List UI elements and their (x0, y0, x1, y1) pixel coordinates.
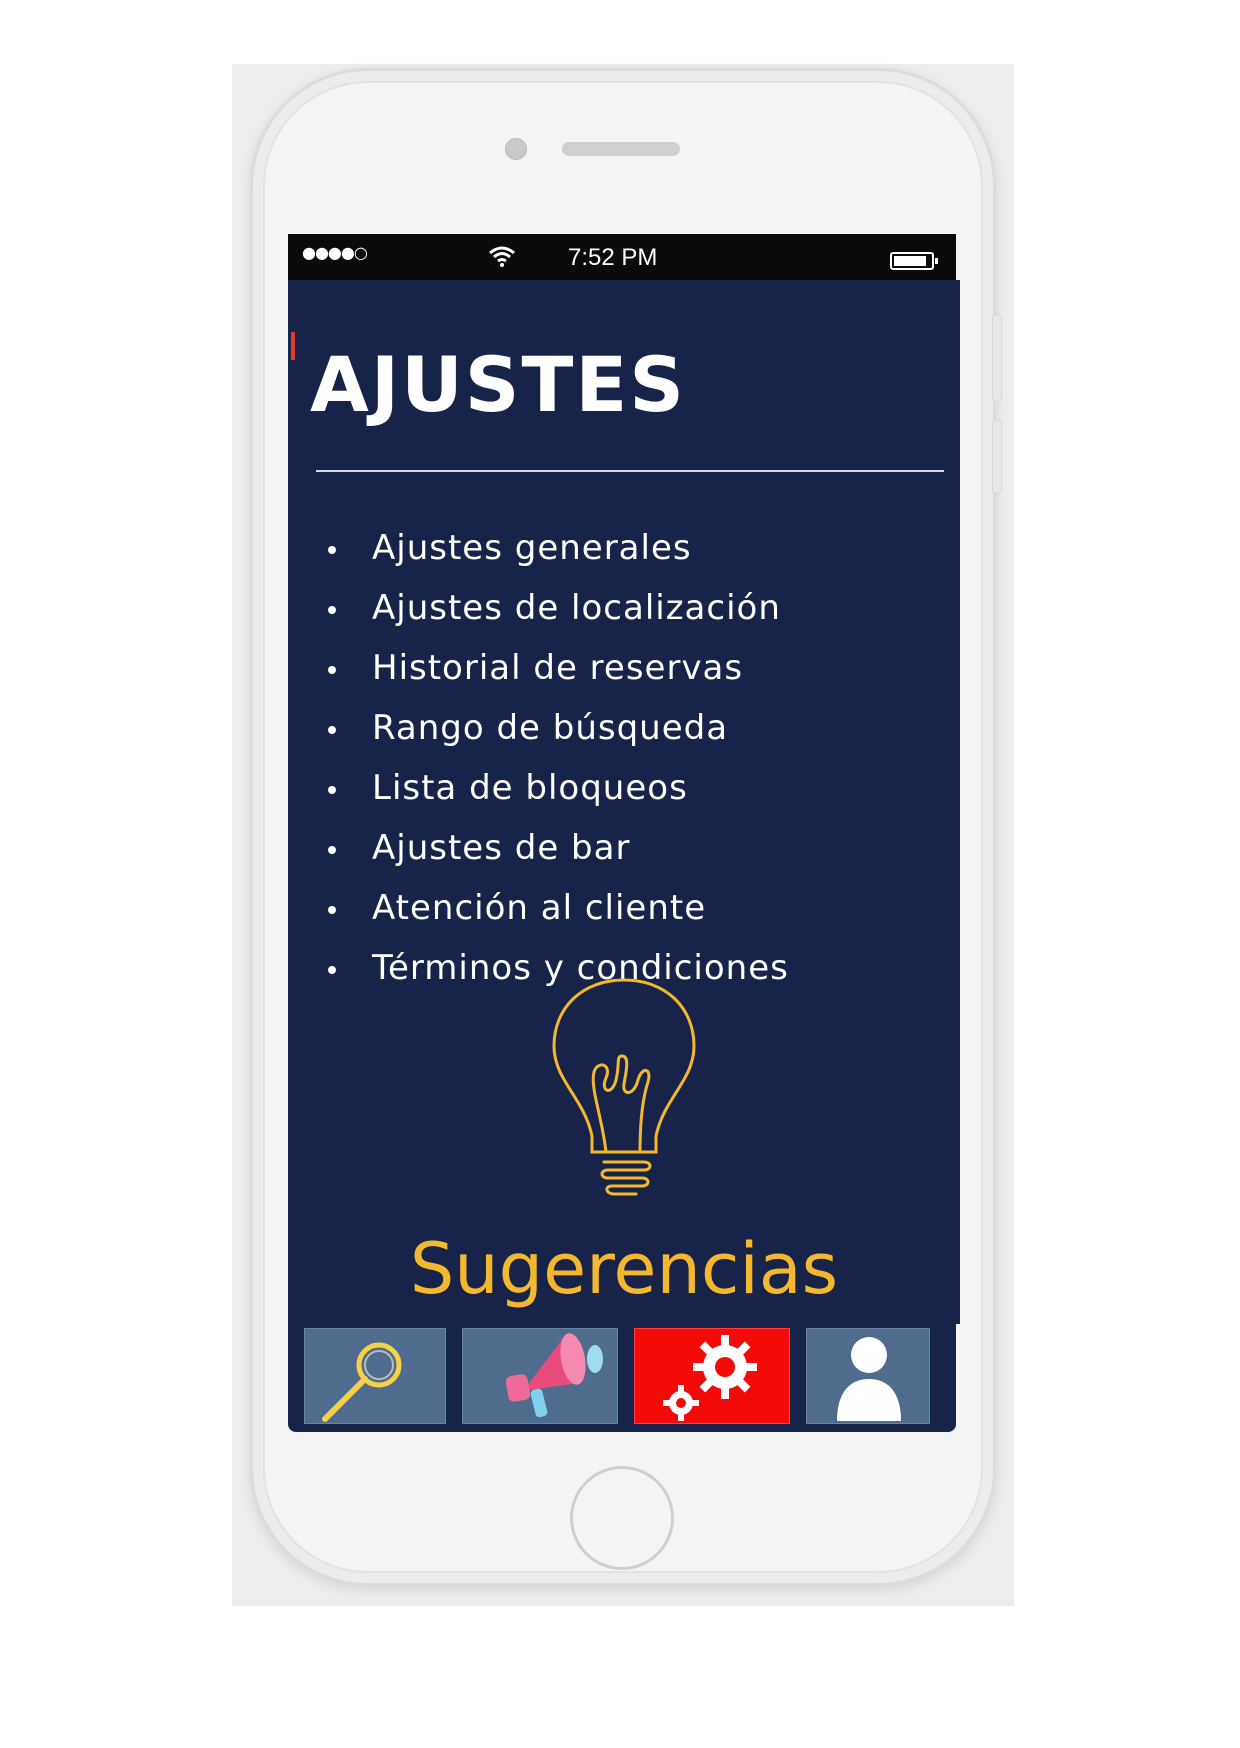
menu-item-terminos-condiciones[interactable]: Términos y condiciones (288, 938, 789, 998)
side-button (992, 314, 1002, 402)
tab-settings[interactable] (634, 1328, 790, 1424)
status-time: 7:52 PM (568, 244, 658, 271)
lightbulb-icon[interactable] (542, 976, 706, 1202)
gears-icon (663, 1335, 757, 1421)
menu-item-lista-bloqueos[interactable]: Lista de bloqueos (288, 758, 789, 818)
menu-item-historial-reservas[interactable]: Historial de reservas (288, 638, 789, 698)
signal-strength-indicator: ●●●●○ (302, 243, 368, 262)
settings-menu: Ajustes generales Ajustes de localizació… (288, 518, 789, 998)
phone-screen: ●●●●○ 7:52 PM AJUSTES Ajustes generales … (288, 234, 960, 1434)
search-icon (322, 1342, 402, 1422)
menu-item-ajustes-localizacion[interactable]: Ajustes de localización (288, 578, 789, 638)
tab-search[interactable] (304, 1328, 446, 1424)
tab-profile[interactable] (806, 1328, 930, 1424)
tab-announcements[interactable] (462, 1328, 618, 1424)
megaphone-icon (505, 1333, 603, 1418)
wifi-icon (489, 246, 515, 267)
status-bar: ●●●●○ 7:52 PM (288, 234, 956, 280)
menu-item-ajustes-bar[interactable]: Ajustes de bar (288, 818, 789, 878)
battery-icon (890, 252, 938, 270)
earpiece-speaker (562, 142, 680, 156)
menu-item-atencion-cliente[interactable]: Atención al cliente (288, 878, 789, 938)
bottom-tab-bar (288, 1324, 956, 1432)
menu-item-ajustes-generales[interactable]: Ajustes generales (288, 518, 789, 578)
home-button[interactable] (570, 1466, 674, 1570)
suggestions-label[interactable]: Sugerencias (288, 1228, 960, 1310)
front-camera (505, 138, 527, 160)
menu-item-rango-busqueda[interactable]: Rango de búsqueda (288, 698, 789, 758)
side-button (992, 420, 1002, 494)
accent-marker (291, 332, 295, 360)
settings-panel: AJUSTES Ajustes generales Ajustes de loc… (288, 280, 960, 1324)
title-divider (316, 470, 944, 472)
user-icon (837, 1337, 901, 1421)
battery-level (894, 256, 927, 266)
page-title: AJUSTES (310, 340, 687, 429)
